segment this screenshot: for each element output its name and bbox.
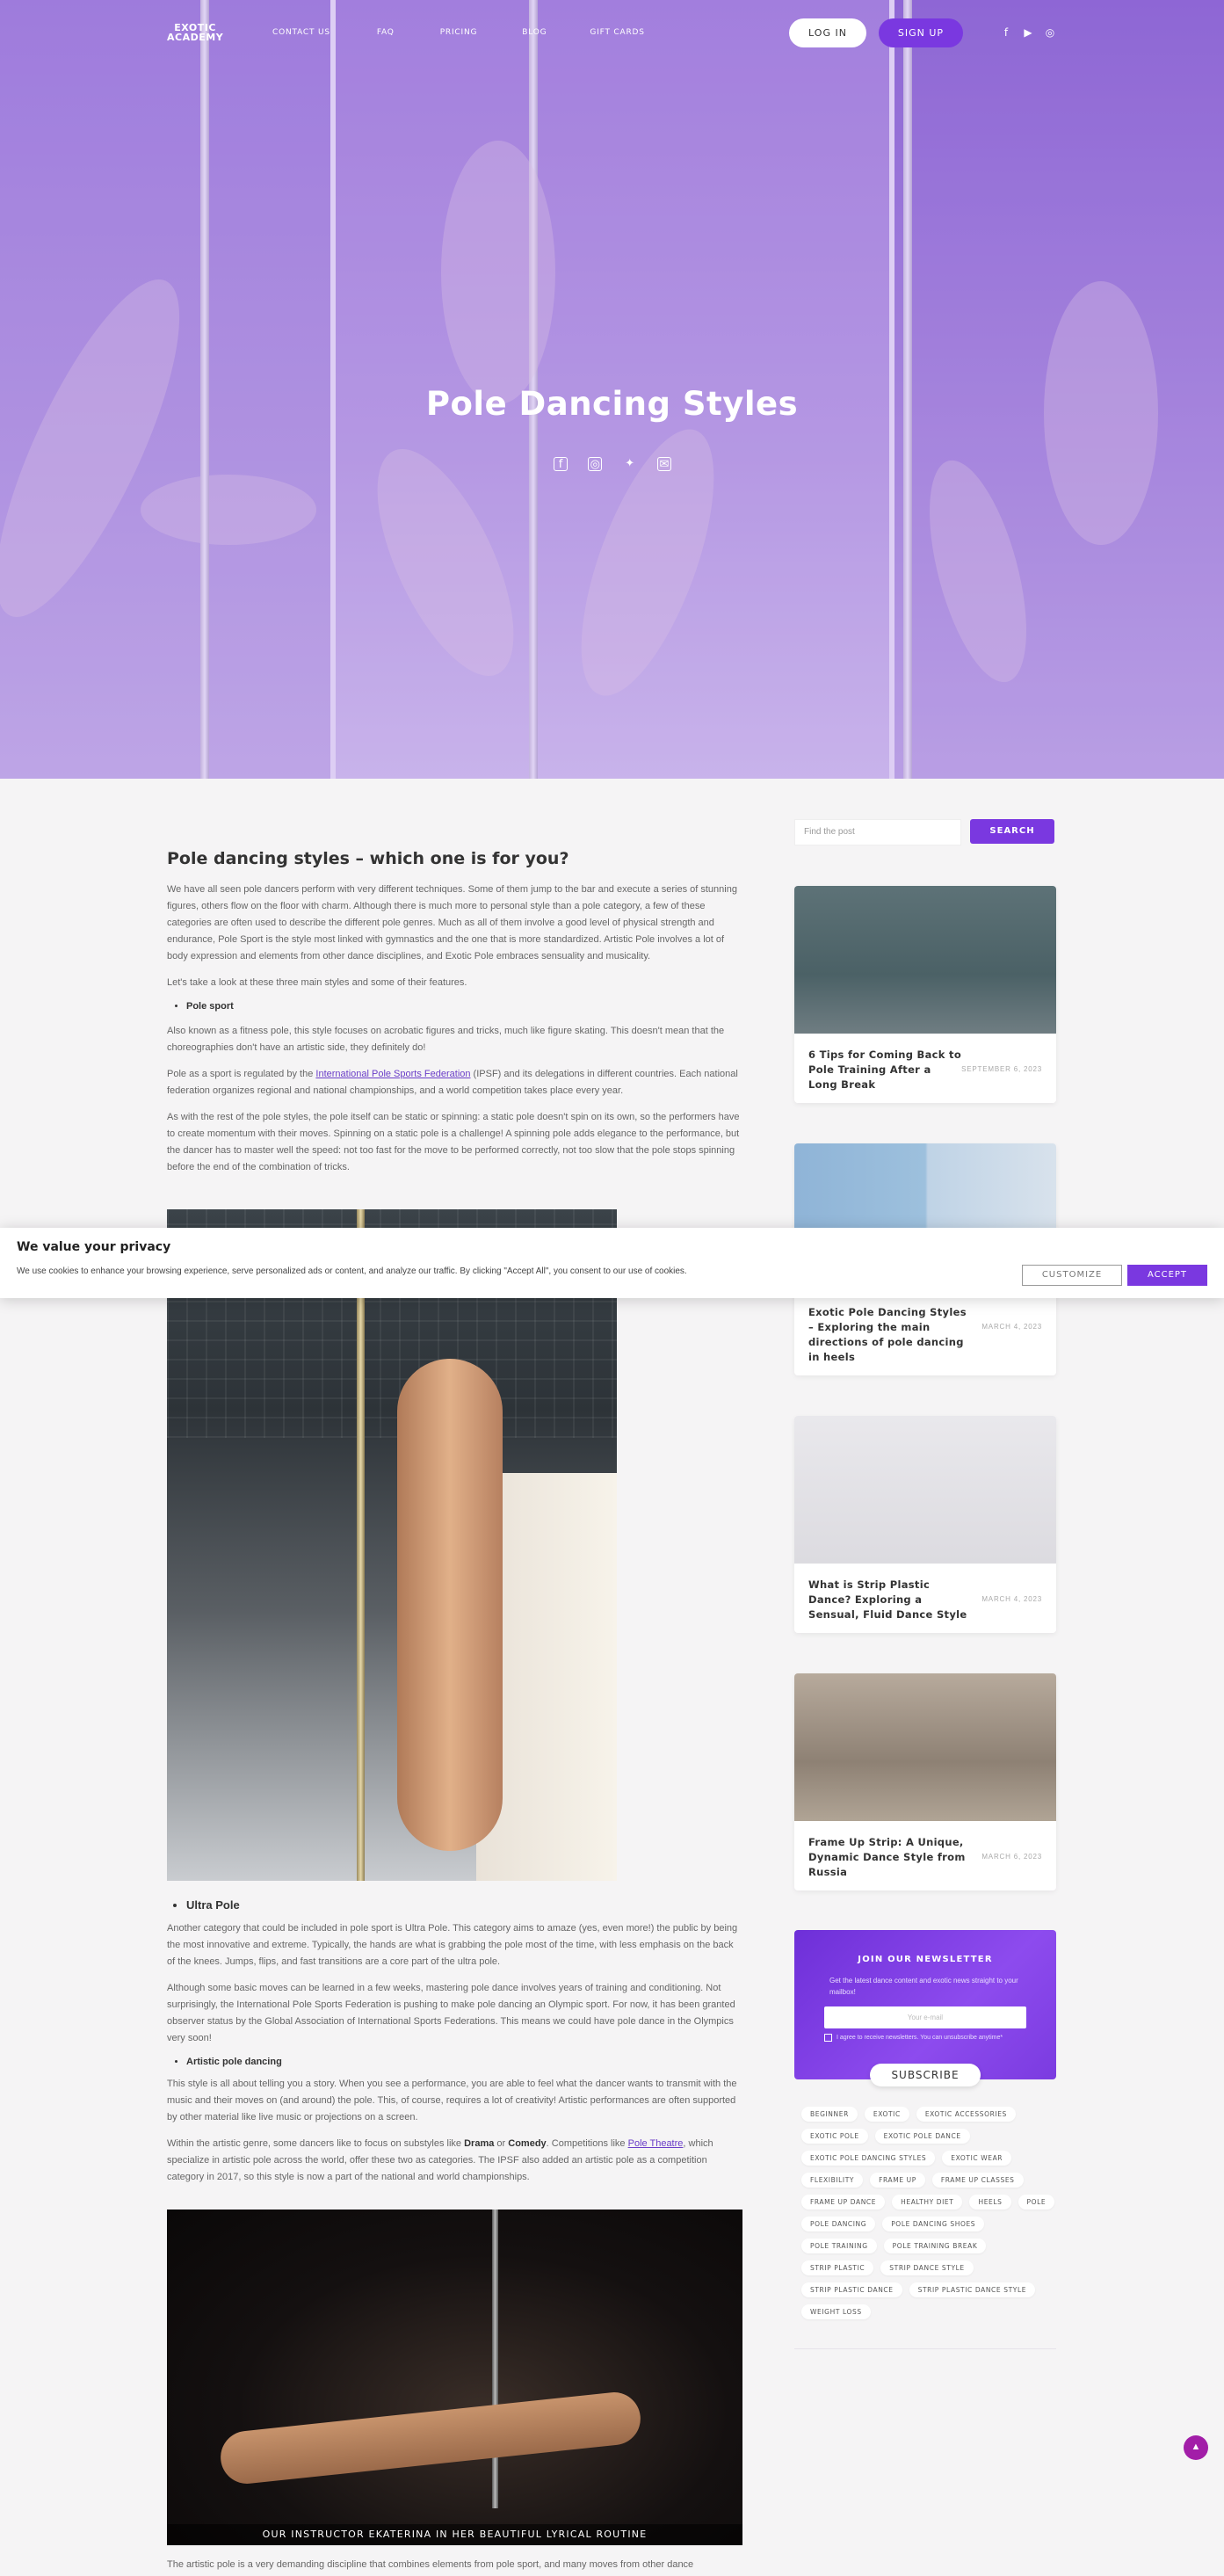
post-card[interactable]: What is Strip Plastic Dance? Exploring a… xyxy=(794,1416,1056,1633)
search-input[interactable]: Find the post xyxy=(794,819,961,845)
accept-button[interactable]: ACCEPT xyxy=(1127,1265,1207,1286)
post-date: MARCH 4, 2023 xyxy=(981,1595,1042,1603)
tag-chip[interactable]: STRIP PLASTIC DANCE xyxy=(801,2282,902,2297)
consent-checkbox[interactable] xyxy=(824,2034,832,2042)
cookie-message: We use cookies to enhance your browsing … xyxy=(17,1266,687,1276)
post-date: SEPTEMBER 6, 2023 xyxy=(961,1065,1042,1073)
post-thumbnail[interactable] xyxy=(794,1673,1056,1821)
cookie-banner: We value your privacy We use cookies to … xyxy=(0,1228,1224,1298)
post-title[interactable]: Exotic Pole Dancing Styles – Exploring t… xyxy=(808,1305,975,1365)
article-photo-pole-sport xyxy=(167,1209,617,1881)
scroll-to-top-button[interactable]: ▲ xyxy=(1184,2435,1208,2460)
tag-chip[interactable]: HEALTHY DIET xyxy=(892,2195,963,2210)
newsletter-consent: I agree to receive newsletters. You can … xyxy=(824,2034,1056,2042)
article-paragraph: Pole as a sport is regulated by the Inte… xyxy=(167,1069,738,1096)
ipsf-link[interactable]: International Pole Sports Federation xyxy=(315,1069,470,1079)
tag-chip[interactable]: POLE DANCING SHOES xyxy=(882,2217,985,2231)
photo-caption: OUR INSTRUCTOR EKATERINA IN HER BEAUTIFU… xyxy=(167,2524,742,2545)
tag-chip[interactable]: STRIP PLASTIC DANCE STYLE xyxy=(909,2282,1036,2297)
nav-contact-us[interactable]: CONTACT US xyxy=(272,28,330,37)
tag-chip[interactable]: FLEXIBILITY xyxy=(801,2173,864,2188)
instagram-icon[interactable]: ◎ xyxy=(588,457,603,471)
article-paragraph: As with the rest of the pole styles, the… xyxy=(167,1112,740,1172)
divider xyxy=(794,2348,1056,2349)
nav-gift-cards[interactable]: GIFT CARDS xyxy=(590,28,644,37)
article-paragraph: This style is all about telling you a st… xyxy=(167,2079,737,2122)
email-icon[interactable]: ✉ xyxy=(656,457,671,471)
article-paragraph: We have all seen pole dancers perform wi… xyxy=(167,884,737,961)
tag-chip[interactable]: EXOTIC POLE DANCE xyxy=(874,2129,970,2144)
article-body: Pole dancing styles – which one is for y… xyxy=(167,849,742,1186)
youtube-icon[interactable]: ▶ xyxy=(1022,26,1034,39)
post-card[interactable]: 6 Tips for Coming Back to Pole Training … xyxy=(794,886,1056,1103)
main-nav: CONTACT US FAQ PRICING BLOG GIFT CARDS xyxy=(272,28,645,37)
tag-cloud: BEGINNER EXOTIC EXOTIC ACCESSORIES EXOTIC P… xyxy=(801,2107,1056,2319)
article-photo-artistic: OUR INSTRUCTOR EKATERINA IN HER BEAUTIFU… xyxy=(167,2210,742,2545)
section-bullet: Pole sport xyxy=(186,1001,234,1012)
tag-chip[interactable]: EXOTIC POLE xyxy=(801,2129,868,2144)
hero-banner: Pole Dancing Styles f ◎ ✦ ✉ xyxy=(0,0,1224,779)
share-icons: f ◎ ✦ ✉ xyxy=(554,457,671,471)
article-paragraph: Within the artistic genre, some dancers … xyxy=(167,2138,713,2182)
tag-chip[interactable]: EXOTIC WEAR xyxy=(942,2151,1012,2166)
newsletter-title: JOIN OUR NEWSLETTER xyxy=(858,1955,993,1964)
article-paragraph: Another category that could be included … xyxy=(167,1923,738,1967)
instagram-icon[interactable]: ◎ xyxy=(1044,26,1056,39)
article-paragraph: The artistic pole is a very demanding di… xyxy=(167,2559,694,2570)
customize-button[interactable]: CUSTOMIZE xyxy=(1022,1265,1122,1286)
tag-chip[interactable]: POLE xyxy=(1018,2195,1055,2210)
section-bullet: Artistic pole dancing xyxy=(186,2057,282,2067)
tag-chip[interactable]: STRIP PLASTIC xyxy=(801,2260,874,2275)
post-date: MARCH 6, 2023 xyxy=(981,1853,1042,1861)
tag-chip[interactable]: STRIP DANCE STYLE xyxy=(880,2260,974,2275)
facebook-icon[interactable]: f xyxy=(1000,26,1012,39)
facebook-icon[interactable]: f xyxy=(554,457,568,471)
post-card[interactable]: Frame Up Strip: A Unique, Dynamic Dance … xyxy=(794,1673,1056,1890)
article-paragraph: Also known as a fitness pole, this style… xyxy=(167,1026,725,1053)
logo[interactable]: EXOTIC ACADEMY xyxy=(167,23,223,42)
post-title[interactable]: What is Strip Plastic Dance? Exploring a… xyxy=(808,1578,975,1622)
search-button[interactable]: SEARCH xyxy=(970,819,1054,844)
tag-chip[interactable]: EXOTIC POLE DANCING STYLES xyxy=(801,2151,936,2166)
article-heading: Pole dancing styles – which one is for y… xyxy=(167,849,569,868)
tag-chip[interactable]: POLE DANCING xyxy=(801,2217,876,2231)
tag-chip[interactable]: HEELS xyxy=(969,2195,1011,2210)
tag-chip[interactable]: FRAME UP CLASSES xyxy=(931,2173,1024,2188)
page-title: Pole Dancing Styles xyxy=(425,385,799,423)
tag-chip[interactable]: FRAME UP xyxy=(870,2173,925,2188)
nav-faq[interactable]: FAQ xyxy=(377,28,395,37)
post-title[interactable]: 6 Tips for Coming Back to Pole Training … xyxy=(808,1048,961,1092)
subscribe-button[interactable]: SUBSCRIBE xyxy=(870,2064,981,2086)
tag-chip[interactable]: EXOTIC xyxy=(864,2107,909,2122)
section-bullet: Ultra Pole xyxy=(186,1898,240,1912)
search-form: Find the post SEARCH xyxy=(794,819,1056,845)
post-thumbnail[interactable] xyxy=(794,1416,1056,1564)
tag-chip[interactable]: BEGINNER xyxy=(801,2107,858,2122)
pole-theatre-link[interactable]: Pole Theatre xyxy=(628,2138,684,2149)
signup-button[interactable]: SIGN UP xyxy=(879,18,963,47)
twitter-icon[interactable]: ✦ xyxy=(623,457,637,471)
newsletter-box: JOIN OUR NEWSLETTER Get the latest dance… xyxy=(794,1930,1056,2086)
tag-chip[interactable]: EXOTIC ACCESSORIES xyxy=(916,2107,1016,2122)
post-date: MARCH 4, 2023 xyxy=(981,1323,1042,1331)
article-paragraph: Let's take a look at these three main st… xyxy=(167,977,467,988)
cookie-title: We value your privacy xyxy=(17,1240,171,1254)
nav-pricing[interactable]: PRICING xyxy=(440,28,478,37)
newsletter-email-input[interactable]: Your e-mail xyxy=(824,2006,1026,2028)
tag-chip[interactable]: POLE TRAINING xyxy=(801,2239,877,2253)
tag-chip[interactable]: FRAME UP DANCE xyxy=(801,2195,886,2210)
tag-chip[interactable]: POLE TRAINING BREAK xyxy=(883,2239,987,2253)
logo-line-2: ACADEMY xyxy=(167,32,224,43)
post-thumbnail[interactable] xyxy=(794,886,1056,1034)
article-body-continued: Ultra Pole Another category that could b… xyxy=(167,1898,742,2195)
header-social: f ▶ ◎ xyxy=(1000,26,1056,39)
consent-label: I agree to receive newsletters. You can … xyxy=(837,2035,1003,2041)
login-button[interactable]: LOG IN xyxy=(789,18,866,47)
chevron-up-icon: ▲ xyxy=(1191,2442,1201,2452)
post-title[interactable]: Frame Up Strip: A Unique, Dynamic Dance … xyxy=(808,1835,975,1880)
article-paragraph: Although some basic moves can be learned… xyxy=(167,1983,735,2043)
nav-blog[interactable]: BLOG xyxy=(522,28,547,37)
newsletter-subtitle: Get the latest dance content and exotic … xyxy=(829,1977,1018,1996)
tag-chip[interactable]: WEIGHT LOSS xyxy=(801,2304,871,2319)
